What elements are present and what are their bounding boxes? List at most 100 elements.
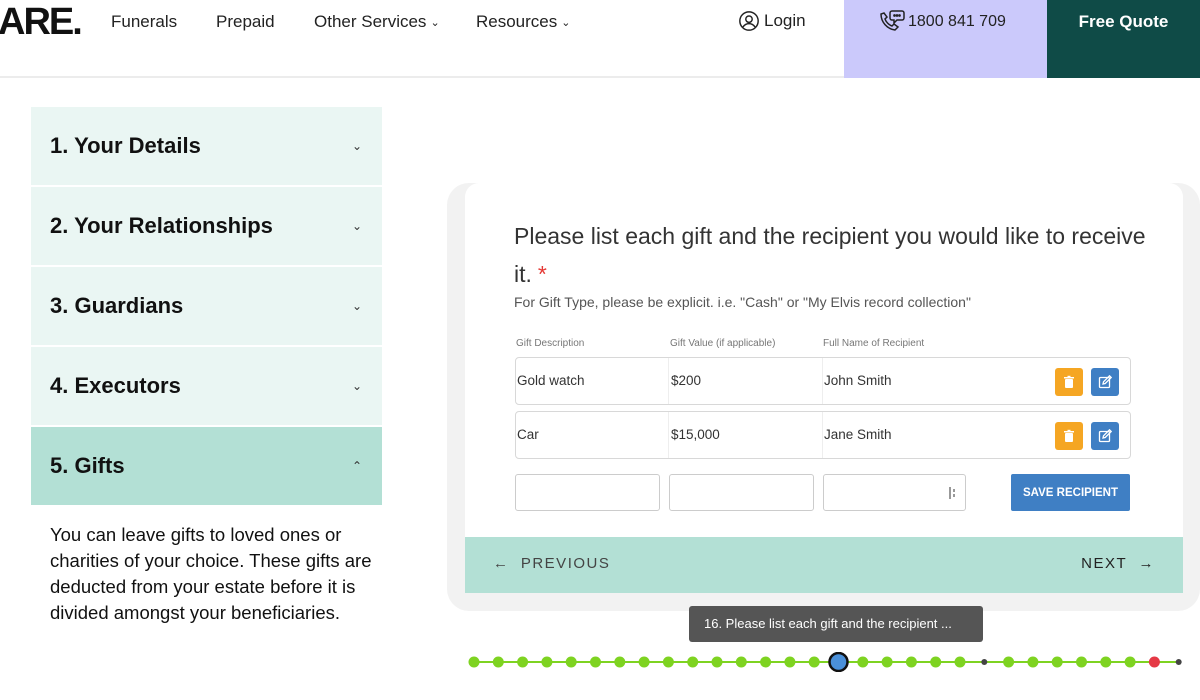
- progress-dot-done[interactable]: [954, 656, 966, 668]
- step-your-relationships[interactable]: 2. Your Relationships ⌄: [31, 187, 382, 265]
- step-description: You can leave gifts to loved ones or cha…: [50, 524, 372, 623]
- progress-dot-done[interactable]: [1003, 656, 1015, 668]
- save-recipient-button[interactable]: SAVE RECIPIENT: [1011, 474, 1130, 511]
- edit-gift-button[interactable]: [1091, 368, 1119, 396]
- nav-funerals-label: Funerals: [111, 12, 178, 31]
- question-title-text: Please list each gift and the recipient …: [514, 223, 1146, 287]
- progress-dot-done[interactable]: [565, 656, 577, 668]
- progress-dot-done[interactable]: [541, 656, 553, 668]
- progress-dot-done[interactable]: [905, 656, 917, 668]
- trash-icon: [1064, 375, 1074, 388]
- trash-icon: [1064, 429, 1074, 442]
- progress-dot-current[interactable]: [828, 652, 849, 672]
- chevron-down-icon: ⌄: [351, 219, 362, 233]
- delete-gift-button[interactable]: [1055, 368, 1083, 396]
- progress-dot-done[interactable]: [711, 656, 723, 668]
- nav-prepaid-label: Prepaid: [216, 12, 275, 31]
- nav-other-services[interactable]: Other Services ⌄: [314, 12, 440, 34]
- next-button[interactable]: NEXT →: [1081, 555, 1155, 572]
- progress-dot-done[interactable]: [881, 656, 893, 668]
- previous-button[interactable]: ← PREVIOUS: [493, 555, 610, 572]
- step-label: 5. Gifts: [50, 453, 125, 478]
- column-header-recipient: Full Name of Recipient: [823, 338, 925, 349]
- step-gifts[interactable]: 5. Gifts ⌃: [31, 427, 382, 505]
- progress-dot-pending[interactable]: [1175, 659, 1182, 665]
- edit-icon: [1098, 429, 1112, 443]
- progress-dot-done[interactable]: [492, 656, 504, 668]
- delete-gift-button[interactable]: [1055, 422, 1083, 450]
- arrow-right-icon: →: [1127, 555, 1155, 572]
- recipient-name-input[interactable]: [823, 474, 966, 511]
- arrow-left-icon: ←: [493, 555, 521, 572]
- step-guardians[interactable]: 3. Guardians ⌄: [31, 267, 382, 345]
- question-title: Please list each gift and the recipient …: [514, 217, 1154, 293]
- nav-resources[interactable]: Resources ⌄: [476, 12, 570, 34]
- chevron-down-icon: ⌄: [351, 299, 362, 313]
- progress-dot-done[interactable]: [760, 656, 772, 668]
- gift-description-input[interactable]: [515, 474, 660, 511]
- phone-button[interactable]: 1800 841 709: [844, 0, 1047, 78]
- card-footer: ← PREVIOUS NEXT →: [465, 537, 1183, 593]
- progress-dot-error[interactable]: [1148, 656, 1160, 668]
- step-label: 3. Guardians: [50, 293, 184, 318]
- progress-dot-done[interactable]: [662, 656, 674, 668]
- progress-dot-done[interactable]: [1100, 656, 1112, 668]
- progress-dot-done[interactable]: [735, 656, 747, 668]
- next-label: NEXT: [1081, 555, 1128, 572]
- phone-number: 1800 841 709: [908, 13, 1006, 30]
- login-link[interactable]: Login: [738, 10, 806, 32]
- phone-chat-icon: [880, 10, 905, 31]
- gift-value-input[interactable]: [669, 474, 814, 511]
- logo[interactable]: ARE.: [0, 2, 83, 42]
- progress-dot-done[interactable]: [808, 656, 820, 668]
- step-your-details[interactable]: 1. Your Details ⌄: [31, 107, 382, 185]
- nav-other-services-label: Other Services: [314, 12, 427, 31]
- progress-dot-done[interactable]: [1076, 656, 1087, 668]
- autofill-icon: [949, 487, 955, 499]
- site-header: ARE. Funerals Prepaid Other Services ⌄ Re…: [0, 0, 1200, 78]
- question-card: Please list each gift and the recipient …: [465, 183, 1183, 593]
- gift-value: $200: [668, 358, 822, 404]
- gift-recipient: Jane Smith: [822, 412, 1042, 458]
- step-label: 1. Your Details: [50, 133, 201, 158]
- progress-dot-pending[interactable]: [981, 659, 988, 665]
- free-quote-button[interactable]: Free Quote: [1047, 0, 1200, 78]
- column-header-description: Gift Description: [516, 338, 585, 349]
- required-mark: *: [537, 261, 547, 287]
- gift-description: Car: [517, 427, 539, 442]
- nav-funerals[interactable]: Funerals: [111, 12, 177, 32]
- progress-dot-done[interactable]: [590, 656, 601, 668]
- progress-dot-done[interactable]: [687, 656, 699, 668]
- edit-gift-button[interactable]: [1091, 422, 1119, 450]
- progress-dot-done[interactable]: [638, 656, 650, 668]
- progress-dot-done[interactable]: [517, 656, 529, 668]
- progress-dot-done[interactable]: [614, 656, 626, 668]
- progress-dot-done[interactable]: [468, 656, 480, 668]
- progress-dot-done[interactable]: [784, 656, 796, 668]
- chevron-down-icon: ⌄: [561, 17, 571, 29]
- column-header-value: Gift Value (if applicable): [670, 338, 776, 349]
- steps-sidebar: 1. Your Details ⌄ 2. Your Relationships …: [31, 107, 382, 507]
- chevron-down-icon: ⌄: [351, 379, 362, 393]
- progress-tooltip: 16. Please list each gift and the recipi…: [689, 606, 983, 642]
- progress-dot-done[interactable]: [1124, 656, 1136, 668]
- progress-dot-done[interactable]: [1027, 656, 1039, 668]
- step-executors[interactable]: 4. Executors ⌄: [31, 347, 382, 425]
- user-icon: [739, 11, 759, 31]
- nav-resources-label: Resources: [476, 12, 558, 31]
- step-label: 4. Executors: [50, 373, 181, 398]
- previous-label: PREVIOUS: [520, 555, 611, 572]
- progress-dot-done[interactable]: [1051, 656, 1063, 668]
- chevron-down-icon: ⌄: [351, 139, 362, 153]
- gift-description: Gold watch: [517, 373, 585, 388]
- nav-prepaid[interactable]: Prepaid: [216, 12, 275, 32]
- gift-row: Gold watch $200 John Smith: [515, 357, 1131, 405]
- gift-row: Car $15,000 Jane Smith: [515, 411, 1131, 459]
- chevron-down-icon: ⌄: [430, 17, 440, 29]
- progress-dot-done[interactable]: [857, 656, 869, 668]
- question-progress: [468, 652, 1182, 672]
- progress-dot-done[interactable]: [930, 656, 942, 668]
- question-help: For Gift Type, please be explicit. i.e. …: [514, 294, 971, 310]
- chevron-up-icon: ⌃: [351, 459, 362, 473]
- edit-icon: [1098, 375, 1112, 389]
